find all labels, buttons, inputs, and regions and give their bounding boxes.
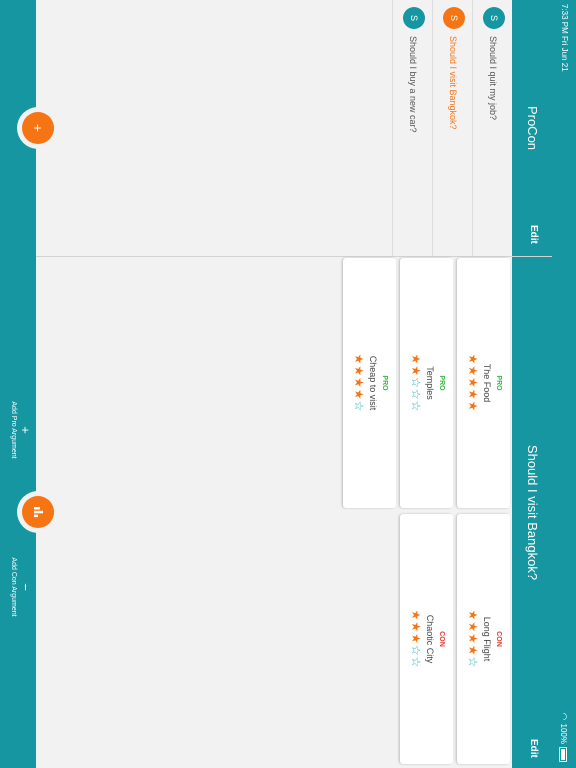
star-filled-icon[interactable]: ★ — [352, 389, 366, 401]
star-empty-icon[interactable]: ☆ — [409, 645, 423, 657]
card-type-label: PRO — [495, 375, 502, 391]
con-card-long-flight[interactable]: CON Long Flight ★★★★☆ — [457, 514, 510, 764]
status-bar: 7:33 PM Fri Jun 21 ◠ 100% — [552, 0, 576, 768]
card-title: Long Flight — [482, 616, 492, 662]
card-type-label: PRO — [381, 375, 388, 391]
question-list: S Should I quit my job? S Should I visit… — [392, 0, 512, 256]
minus-icon: − — [18, 583, 33, 591]
split-divider — [0, 256, 552, 257]
avatar: S — [483, 7, 505, 29]
avatar: S — [403, 7, 425, 29]
detail-nav-bar: Should I visit Bangkok? Edit — [512, 257, 552, 768]
master-edit-button[interactable]: Edit — [528, 225, 539, 244]
chart-fab[interactable] — [22, 496, 54, 528]
star-filled-icon[interactable]: ★ — [466, 354, 480, 366]
status-time: 7:33 PM Fri Jun 21 — [560, 4, 569, 72]
add-pro-label: Add Pro Argument — [10, 401, 17, 459]
star-filled-icon[interactable]: ★ — [466, 377, 480, 389]
pro-card-temples[interactable]: PRO Temples ★★☆☆☆ — [400, 258, 453, 508]
star-filled-icon[interactable]: ★ — [352, 354, 366, 366]
star-filled-icon[interactable]: ★ — [466, 365, 480, 377]
master-nav-bar: ProCon Edit — [512, 0, 552, 256]
star-rating[interactable]: ★★★★☆ — [352, 258, 366, 508]
star-rating[interactable]: ★★★☆☆ — [409, 514, 423, 764]
star-empty-icon[interactable]: ☆ — [409, 389, 423, 401]
question-label: Should I visit Bangkok? — [448, 36, 458, 130]
star-filled-icon[interactable]: ★ — [466, 610, 480, 622]
arguments-area: PRO The Food ★★★★★ PRO Temples ★★☆☆☆ PRO… — [37, 258, 512, 768]
question-label: Should I buy a new car? — [408, 36, 418, 133]
star-empty-icon[interactable]: ☆ — [409, 377, 423, 389]
star-filled-icon[interactable]: ★ — [352, 377, 366, 389]
card-title: Chaotic City — [425, 614, 435, 664]
star-filled-icon[interactable]: ★ — [409, 610, 423, 622]
question-item-quit-job[interactable]: S Should I quit my job? — [472, 0, 512, 256]
question-item-visit-bangkok[interactable]: S Should I visit Bangkok? — [432, 0, 472, 256]
battery-percent: 100% — [559, 723, 568, 744]
detail-edit-button[interactable]: Edit — [528, 739, 539, 758]
star-filled-icon[interactable]: ★ — [466, 389, 480, 401]
wifi-icon: ◠ — [559, 712, 569, 721]
star-rating[interactable]: ★★☆☆☆ — [409, 258, 423, 508]
add-pro-argument-button[interactable]: + Add Pro Argument — [0, 380, 36, 480]
master-title: ProCon — [525, 105, 540, 151]
pro-card-the-food[interactable]: PRO The Food ★★★★★ — [457, 258, 510, 508]
star-empty-icon[interactable]: ☆ — [409, 657, 423, 669]
star-rating[interactable]: ★★★★★ — [466, 258, 480, 508]
app-screen: 7:33 PM Fri Jun 21 ◠ 100% ProCon Edit Sh… — [0, 0, 576, 768]
card-title: Cheap to visit — [368, 355, 378, 411]
card-type-label: PRO — [438, 375, 445, 391]
card-type-label: CON — [438, 631, 445, 647]
star-empty-icon[interactable]: ☆ — [409, 401, 423, 413]
star-filled-icon[interactable]: ★ — [409, 633, 423, 645]
avatar: S — [443, 7, 465, 29]
card-title: The Food — [482, 363, 492, 403]
question-item-buy-car[interactable]: S Should I buy a new car? — [392, 0, 432, 256]
status-right: ◠ 100% — [558, 713, 569, 762]
card-type-label: CON — [495, 631, 502, 647]
add-con-label: Add Con Argument — [10, 557, 17, 617]
star-filled-icon[interactable]: ★ — [409, 365, 423, 377]
detail-title: Should I visit Bangkok? — [525, 444, 540, 581]
star-filled-icon[interactable]: ★ — [466, 645, 480, 657]
bar-chart-icon — [20, 506, 52, 518]
battery-icon — [559, 747, 568, 762]
question-label: Should I quit my job? — [488, 36, 498, 121]
star-rating[interactable]: ★★★★☆ — [466, 514, 480, 764]
star-filled-icon[interactable]: ★ — [466, 633, 480, 645]
plus-icon: + — [30, 123, 46, 133]
card-title: Temples — [425, 366, 435, 400]
star-filled-icon[interactable]: ★ — [409, 354, 423, 366]
add-con-argument-button[interactable]: − Add Con Argument — [0, 537, 36, 637]
con-card-chaotic-city[interactable]: CON Chaotic City ★★★☆☆ — [400, 514, 453, 764]
add-question-fab[interactable]: + — [22, 112, 54, 144]
pro-card-cheap-to-visit[interactable]: PRO Cheap to visit ★★★★☆ — [343, 258, 396, 508]
star-filled-icon[interactable]: ★ — [409, 621, 423, 633]
plus-icon: + — [18, 426, 33, 434]
star-empty-icon[interactable]: ☆ — [352, 401, 366, 413]
star-filled-icon[interactable]: ★ — [466, 401, 480, 413]
star-empty-icon[interactable]: ☆ — [466, 657, 480, 669]
star-filled-icon[interactable]: ★ — [466, 621, 480, 633]
star-filled-icon[interactable]: ★ — [352, 365, 366, 377]
